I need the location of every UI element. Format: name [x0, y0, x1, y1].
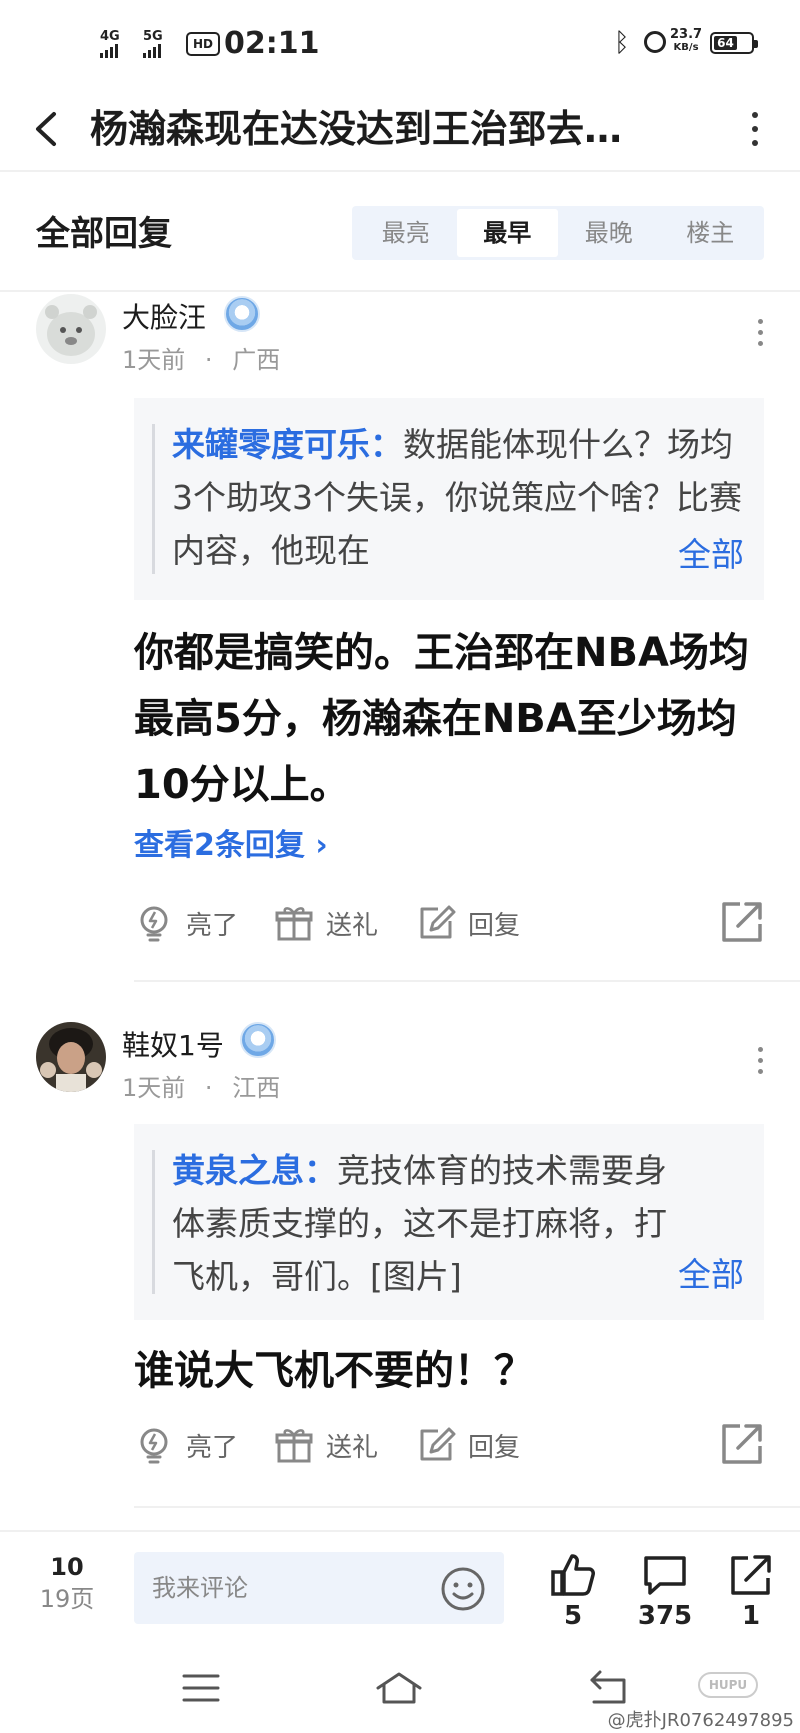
level-badge-icon — [224, 296, 260, 332]
status-bar: 4G 5G HD 02:11 ᛒ 23.7 KB/s 64 — [0, 0, 800, 90]
share-button[interactable]: 1 — [716, 1552, 786, 1634]
divider — [0, 170, 800, 172]
view-replies-link[interactable]: 查看2条回复 › — [134, 820, 328, 864]
edit-icon — [420, 1427, 456, 1461]
gift-icon — [275, 1429, 313, 1463]
comment-more-icon[interactable] — [750, 312, 770, 352]
meta-separator: · — [204, 1074, 213, 1102]
signal-icon — [100, 44, 118, 58]
bottom-bar: 10 19页 我来评论 5 375 1 — [0, 1530, 800, 1631]
reply-button[interactable]: 回复 — [416, 898, 520, 948]
battery-level: 64 — [714, 36, 738, 50]
like-count: 5 — [563, 1601, 583, 1631]
gift-button[interactable]: 送礼 — [274, 1420, 378, 1470]
comment-meta: 1天前 · 江西 — [122, 1068, 280, 1103]
quote-expand-link[interactable]: 全部 — [648, 528, 744, 576]
network-5g-label: 5G — [143, 29, 163, 44]
tab-earliest[interactable]: 最早 — [456, 209, 558, 257]
share-icon[interactable] — [718, 898, 766, 946]
comment-location: 广西 — [232, 346, 281, 374]
comment-content: 谁说大飞机不要的！？ — [134, 1348, 534, 1394]
page-title: 杨瀚森现在达没达到王治郅去… — [90, 107, 623, 151]
username[interactable]: 大脸汪 — [122, 296, 206, 336]
tab-op-only[interactable]: 楼主 — [660, 209, 762, 257]
quote-author[interactable]: 黄泉之息： — [172, 1151, 337, 1190]
comment-content: 你都是搞笑的。王治郅在NBA场均最高5分，杨瀚森在NBA至少场均10分以上。 — [134, 630, 749, 808]
tab-brightest[interactable]: 最亮 — [355, 209, 457, 257]
comment-count: 375 — [637, 1601, 693, 1631]
network-4g-label: 4G — [100, 29, 120, 44]
comment-placeholder: 我来评论 — [152, 1574, 248, 1602]
hupu-logo: HUPU — [698, 1672, 758, 1698]
speed-value: 23.7 — [670, 27, 703, 42]
home-icon[interactable] — [374, 1668, 424, 1708]
back-arrow-icon[interactable] — [28, 104, 68, 154]
meta-separator: · — [204, 346, 213, 374]
like-button[interactable]: 5 — [538, 1552, 608, 1634]
lightbulb-icon — [140, 906, 168, 942]
tab-latest[interactable]: 最晚 — [558, 209, 660, 257]
avatar[interactable] — [36, 294, 106, 364]
bluetooth-icon: ᛒ — [614, 28, 630, 58]
comments-button[interactable]: 375 — [630, 1552, 700, 1634]
gift-button[interactable]: 送礼 — [274, 898, 378, 948]
quoted-reply[interactable]: 黄泉之息：竞技体育的技术需要身体素质支撑的，这不是打麻将，打飞机，哥们。[图片]… — [134, 1124, 764, 1320]
more-options-icon[interactable] — [740, 104, 770, 154]
avatar[interactable] — [36, 1022, 106, 1092]
menu-icon[interactable] — [176, 1668, 226, 1708]
light-label: 亮了 — [186, 1432, 239, 1463]
comment-meta: 1天前 · 广西 — [122, 340, 280, 375]
comment-time: 1天前 — [122, 346, 186, 374]
comment-input[interactable]: 我来评论 — [134, 1552, 504, 1624]
divider — [0, 290, 800, 292]
back-icon[interactable] — [584, 1668, 634, 1708]
quote-bar — [152, 1150, 155, 1294]
comment-more-icon[interactable] — [750, 1040, 770, 1080]
username[interactable]: 鞋奴1号 — [122, 1024, 224, 1064]
quote-author[interactable]: 来罐零度可乐： — [172, 425, 403, 464]
light-label: 亮了 — [186, 910, 239, 941]
reply-button[interactable]: 回复 — [416, 1420, 520, 1470]
quoted-reply[interactable]: 来罐零度可乐：数据能体现什么？场均3个助攻3个失误，你说策应个啥？比赛内容，他现… — [134, 398, 764, 600]
reply-label: 回复 — [468, 910, 521, 941]
battery-icon: 64 — [710, 32, 758, 54]
gift-icon — [275, 907, 313, 941]
gift-label: 送礼 — [326, 910, 379, 941]
sort-tabs: 最亮 最早 最晚 楼主 — [352, 206, 764, 260]
comment-bubble-icon — [644, 1556, 686, 1595]
watermark: @虎扑JR0762497895 — [607, 1710, 794, 1731]
comment-actions: 亮了 送礼 回复 — [134, 1420, 764, 1470]
comment-time: 1天前 — [122, 1074, 186, 1102]
light-button[interactable]: 亮了 — [134, 898, 238, 948]
lightbulb-icon — [140, 1428, 168, 1464]
speed-unit: KB/s — [673, 42, 699, 53]
edit-icon — [420, 905, 456, 939]
share-icon — [731, 1555, 771, 1595]
section-title: 全部回复 — [36, 214, 172, 254]
comment-actions: 亮了 送礼 回复 — [134, 898, 764, 948]
header: 杨瀚森现在达没达到王治郅去… — [0, 90, 800, 170]
quote-bar — [152, 424, 155, 574]
reply-label: 回复 — [468, 1432, 521, 1463]
page-total[interactable]: 19页 — [36, 1584, 98, 1614]
divider — [134, 980, 800, 982]
gift-label: 送礼 — [326, 1432, 379, 1463]
thumbs-up-icon — [551, 1554, 595, 1596]
quote-expand-link[interactable]: 全部 — [648, 1248, 744, 1296]
level-badge-icon — [240, 1022, 276, 1058]
network-speed: 23.7 KB/s — [670, 28, 702, 54]
light-button[interactable]: 亮了 — [134, 1420, 238, 1470]
clock: 02:11 — [224, 26, 320, 61]
comment-location: 江西 — [232, 1074, 281, 1102]
divider — [134, 1506, 800, 1508]
hd-icon: HD — [186, 32, 220, 56]
alarm-icon — [644, 31, 666, 53]
page-current[interactable]: 10 — [36, 1552, 98, 1582]
share-icon[interactable] — [718, 1420, 766, 1468]
emoji-icon[interactable] — [440, 1566, 486, 1612]
share-count: 1 — [741, 1601, 761, 1631]
signal-icon — [143, 44, 161, 58]
